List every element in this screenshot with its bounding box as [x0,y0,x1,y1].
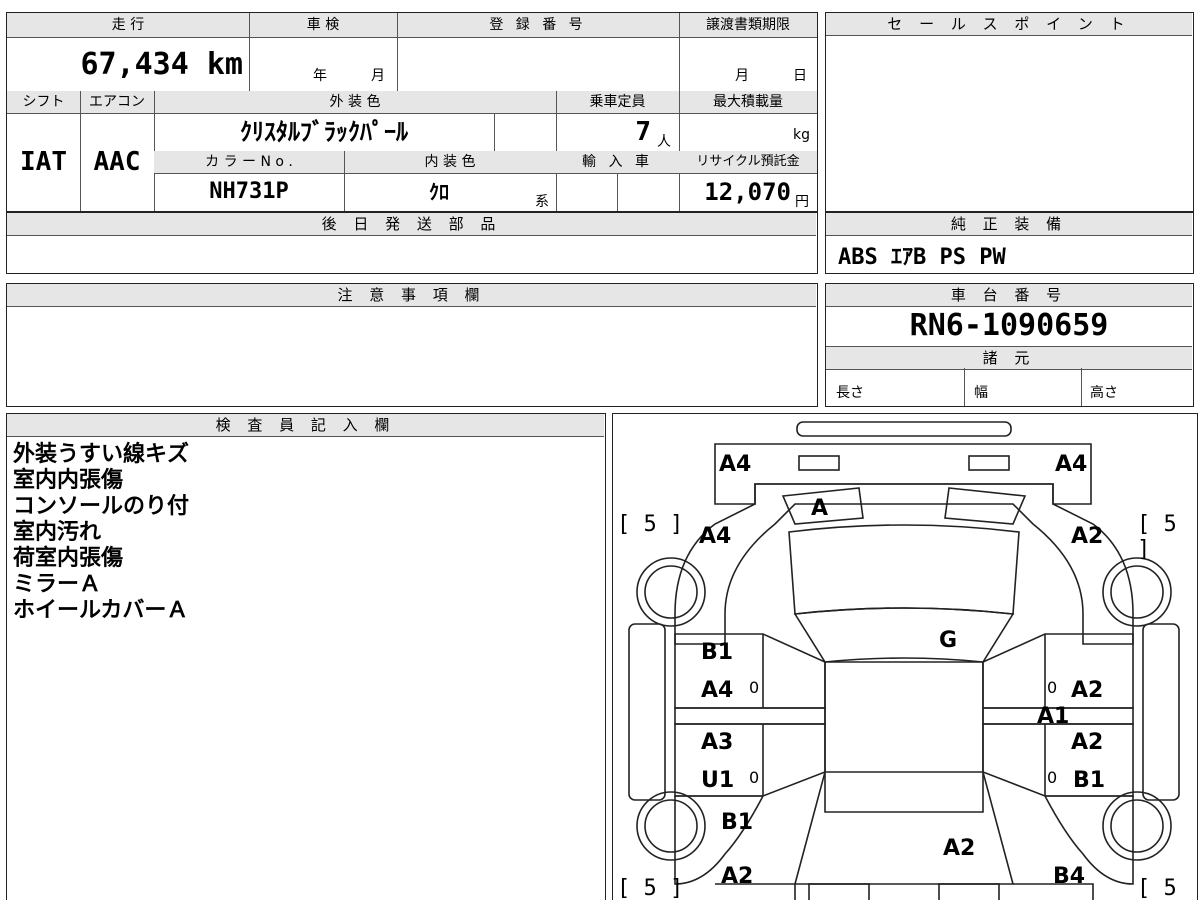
mark-b1-rear-fender-left: B1 [721,810,754,835]
later-parts-box: 後 日 発 送 部 品 [6,212,818,274]
mileage-value: 67,434 km [80,47,243,82]
chassis-label: 車 台 番 号 [826,284,1192,307]
mark-a2-fender-right: A2 [1071,524,1104,549]
import-label: 輸 入 車 [556,151,679,173]
transfer-month: 月 [735,68,749,84]
transfer-day: 日 [793,68,807,84]
tire-mark-front-left: [ 5 ] [617,512,684,537]
int-color-label: 内 装 色 [344,151,556,173]
later-parts-label: 後 日 発 送 部 品 [7,213,816,236]
mark-a2-front-door-right: A2 [1071,678,1104,703]
load-unit: kg [793,127,810,143]
mark-zero: 0 [1047,678,1058,697]
capacity-label: 乗車定員 [556,91,679,113]
inspector-note: 荷室内張傷 [13,546,124,571]
sales-point-label: セ ー ル ス ポ イ ン ト [826,13,1192,36]
inspector-box: 検 査 員 記 入 欄 外装うすい線キズ 室内内張傷 コンソールのり付 室内汚れ… [6,413,606,900]
capacity-value: 7 [635,117,651,147]
inspector-note: ホイールカバーＡ [13,598,189,623]
ext-color-label: 外 装 色 [154,91,556,113]
inspector-notes-list: 外装うすい線キズ 室内内張傷 コンソールのり付 室内汚れ 荷室内張傷 ミラーＡ … [13,442,189,624]
inspection-month: 月 [371,68,385,84]
mark-a2-rear-left: A2 [721,864,754,889]
recycle-unit: 円 [795,194,809,210]
mark-a4-front-left: A4 [719,452,752,477]
load-label: 最大積載量 [679,91,817,113]
car-damage-diagram: [ 5 ] [ 5 ] [ 5 ] [ 5 ] A4 A4 A A4 A2 G … [612,413,1198,900]
sales-point-box: セ ー ル ス ポ イ ン ト [825,12,1194,212]
chassis-number: RN6-1090659 [909,308,1109,343]
length-label: 長さ [836,385,864,401]
capacity-unit: 人 [657,134,671,150]
inspection-label: 車 検 [249,13,397,37]
tire-mark-rear-right: [ 5 ] [1137,876,1177,900]
inspector-note: 外装うすい線キズ [13,442,190,467]
inspector-label: 検 査 員 記 入 欄 [7,414,604,437]
mark-a2-rear-center: A2 [943,836,976,861]
int-color-value: ｸﾛ [429,180,449,204]
inspector-note: コンソールのり付 [13,494,190,519]
int-color-suffix: 系 [535,194,549,210]
mark-a4-front-right: A4 [1055,452,1088,477]
color-no-label: カ ラ ー N o . [154,151,344,173]
transfer-deadline-label: 譲渡書類期限 [679,13,817,37]
notes-box: 注 意 事 項 欄 [6,283,818,407]
mark-a2-rear-door-right: A2 [1071,730,1104,755]
equipment-box: 純 正 装 備 ABS ｴｱB PS PW [825,212,1194,274]
registration-label: 登 録 番 号 [397,13,679,37]
inspector-note: 室内汚れ [13,520,102,545]
spec-label: 諸 元 [826,346,1192,370]
equipment-label: 純 正 装 備 [826,213,1192,236]
mark-zero: 0 [749,768,760,787]
inspector-note: ミラーＡ [13,572,102,597]
shift-label: シフト [7,91,80,113]
notes-label: 注 意 事 項 欄 [7,284,816,307]
chassis-box: 車 台 番 号 RN6-1090659 諸 元 長さ 幅 高さ [825,283,1194,407]
mark-a-windshield: A [811,496,829,521]
color-no-value: NH731P [209,179,289,204]
mark-b4-rear-right: B4 [1053,864,1086,889]
mark-zero: 0 [1047,768,1058,787]
mark-a1-pillar-right: A1 [1037,704,1070,729]
ext-color-value: ｸﾘｽﾀﾙﾌﾞﾗｯｸﾊﾟｰﾙ [240,118,408,146]
mark-b1-rear-door-right: B1 [1073,768,1106,793]
tire-mark-rear-left: [ 5 ] [617,876,684,900]
inspector-note: 室内内張傷 [13,468,124,493]
width-label: 幅 [974,385,988,401]
tire-mark-front-right: [ 5 ] [1137,512,1177,562]
mark-g-roof: G [939,628,958,653]
ac-label: エアコン [80,91,154,113]
recycle-value: 12,070 [704,178,791,206]
mark-u1-rear-door-left: U1 [701,768,735,793]
mileage-label: 走 行 [7,13,249,37]
mark-a4-fender-left: A4 [699,524,732,549]
mark-a4-front-door-left: A4 [701,678,734,703]
vehicle-info-table: 走 行 車 検 登 録 番 号 譲渡書類期限 67,434 km 年 月 月 日… [6,12,818,212]
recycle-label: リサイクル預託金 [679,151,817,173]
mark-zero: 0 [749,678,760,697]
height-label: 高さ [1090,385,1118,401]
inspection-year: 年 [313,68,327,84]
mark-a3-rear-door-left: A3 [701,730,734,755]
shift-value: IAT [20,147,67,177]
ac-value: AAC [93,147,141,177]
equipment-value: ABS ｴｱB PS PW [838,245,1006,270]
mark-b1-front-door-left: B1 [701,640,734,665]
